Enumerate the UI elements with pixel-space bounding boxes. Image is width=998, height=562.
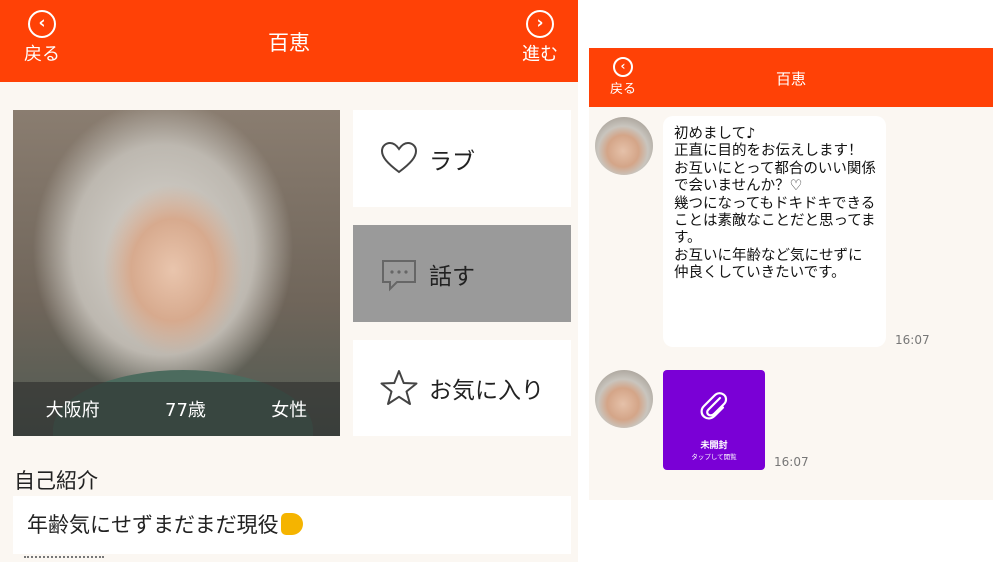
chat-title: 百恵: [775, 70, 806, 88]
profile-info-bar: 大阪府 77歳 女性: [13, 382, 340, 436]
profile-header: ‹ 戻る 百恵 › 進む: [0, 0, 578, 82]
forward-button[interactable]: › 進む: [512, 10, 568, 66]
heart-outline-icon: [380, 141, 418, 173]
attachment-message[interactable]: 未開封 タップして開覧: [663, 370, 765, 470]
age-text: 77歳: [165, 400, 206, 421]
message-bubble: 初めまして♪ 正直に目的をお伝えします！ お互いにとって都合のいい関係で会いませ…: [663, 116, 886, 347]
avatar[interactable]: [595, 117, 653, 175]
favorite-label: お気に入り: [429, 378, 544, 404]
paperclip-icon: [700, 392, 728, 420]
profile-screen: ‹ 戻る 百恵 › 進む 大阪府 77歳 女性 ラブ 話す お気に入り 自己紹介…: [0, 0, 578, 562]
profile-photo[interactable]: 大阪府 77歳 女性: [13, 110, 340, 436]
avatar[interactable]: [595, 370, 653, 428]
message-time: 16:07: [895, 333, 930, 347]
gender-text: 女性: [271, 400, 308, 421]
love-label: ラブ: [429, 148, 475, 175]
love-button[interactable]: ラブ: [353, 110, 571, 207]
flexed-biceps-emoji: [280, 513, 303, 535]
attachment-time: 16:07: [774, 455, 809, 469]
favorite-button[interactable]: お気に入り: [353, 340, 571, 436]
intro-heading: 自己紹介: [14, 469, 98, 493]
cut-off-text: [24, 556, 104, 562]
chat-header: ‹ 戻る 百恵: [589, 48, 993, 107]
intro-box: 年齢気にせずまだまだ現役: [13, 496, 571, 554]
talk-label: 話す: [429, 263, 475, 290]
attachment-label: 未開封: [700, 441, 728, 451]
forward-label: 進む: [522, 44, 558, 65]
star-outline-icon: [380, 370, 418, 405]
intro-text: 年齢気にせずまだまだ現役: [27, 513, 279, 537]
chevron-right-circle-icon: ›: [526, 10, 554, 38]
page-title: 百恵: [268, 31, 310, 55]
chat-screen: ‹ 戻る 百恵 初めまして♪ 正直に目的をお伝えします！ お互いにとって都合のい…: [589, 48, 993, 500]
location-text: 大阪府: [45, 400, 100, 421]
talk-button[interactable]: 話す: [353, 225, 571, 322]
chat-bubble-icon: [382, 259, 416, 291]
attachment-sublabel: タップして開覧: [691, 453, 737, 461]
